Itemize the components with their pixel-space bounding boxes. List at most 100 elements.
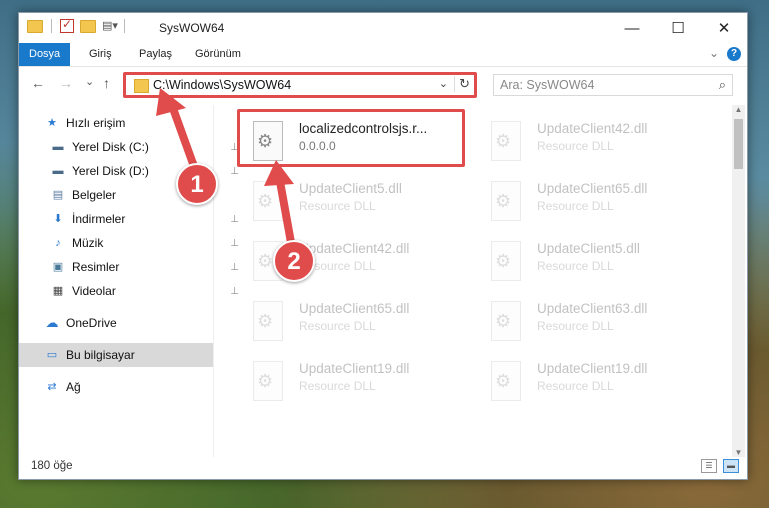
- sidebar-item-network[interactable]: ⇄ Ağ: [19, 375, 239, 399]
- dll-file-icon: [491, 241, 521, 281]
- sidebar-item-label: Yerel Disk (C:): [72, 140, 149, 154]
- search-input[interactable]: Ara: SysWOW64: [500, 78, 594, 92]
- dll-file-icon: [253, 181, 283, 221]
- navigation-pane: ★ Hızlı erişim ▬ Yerel Disk (C:) ⊥ ▬ Yer…: [19, 105, 239, 457]
- videos-icon: ▦: [52, 285, 64, 297]
- dll-file-icon: [491, 361, 521, 401]
- close-button[interactable]: ✕: [701, 13, 747, 43]
- folder-icon: [27, 19, 43, 33]
- status-bar: 180 öğe ☰ ▬: [19, 455, 747, 479]
- dll-file-icon: [491, 181, 521, 221]
- quick-access-toolbar: ▤▾: [27, 17, 127, 33]
- sidebar-item-videos[interactable]: ▦ Videolar ⊥: [19, 279, 245, 303]
- tab-dosya[interactable]: Dosya: [19, 43, 71, 66]
- file-item[interactable]: UpdateClient65.dll Resource DLL: [477, 173, 705, 229]
- file-item[interactable]: UpdateClient19.dll Resource DLL: [477, 353, 705, 409]
- scroll-up-icon[interactable]: ▲: [732, 105, 745, 114]
- sidebar-item-music[interactable]: ♪ Müzik ⊥: [19, 231, 245, 255]
- sidebar-item-label: Resimler: [72, 260, 120, 274]
- file-type: Resource DLL: [537, 139, 614, 153]
- file-highlight-box: [237, 109, 465, 167]
- sidebar-item-label: OneDrive: [66, 316, 117, 330]
- tab-giris[interactable]: Giriş: [79, 43, 122, 66]
- minimize-button[interactable]: —: [609, 13, 655, 43]
- sidebar-item-onedrive[interactable]: ☁ OneDrive: [19, 311, 239, 335]
- maximize-button[interactable]: ☐: [655, 13, 701, 43]
- file-name: UpdateClient42.dll: [537, 121, 648, 136]
- file-type: Resource DLL: [537, 199, 614, 213]
- dll-file-icon: [491, 121, 521, 161]
- sidebar-item-this-pc[interactable]: ▭ Bu bilgisayar: [19, 343, 213, 367]
- download-icon: ⬇: [53, 213, 63, 225]
- file-item[interactable]: UpdateClient5.dll Resource DLL: [239, 173, 467, 229]
- music-icon: ♪: [55, 237, 61, 249]
- sidebar-item-downloads[interactable]: ⬇ İndirmeler ⊥: [19, 207, 245, 231]
- dll-file-icon: [491, 301, 521, 341]
- ribbon-tabs: Dosya Giriş Paylaş Görünüm ⌄ ?: [19, 43, 747, 67]
- sidebar-item-label: Ağ: [66, 380, 81, 394]
- divider: [51, 19, 52, 33]
- sidebar-item-pictures[interactable]: ▣ Resimler ⊥: [19, 255, 245, 279]
- title-bar: ▤▾ SysWOW64 — ☐ ✕: [19, 13, 747, 43]
- file-type: Resource DLL: [299, 319, 376, 333]
- sidebar-item-label: Müzik: [72, 236, 104, 250]
- sidebar-item-label: Yerel Disk (D:): [72, 164, 149, 178]
- expand-ribbon-icon[interactable]: ⌄: [709, 46, 719, 60]
- documents-icon: ▤: [52, 189, 64, 201]
- file-type: Resource DLL: [299, 379, 376, 393]
- callout-1: 1: [176, 163, 218, 205]
- drive-icon: ▬: [52, 165, 64, 177]
- sidebar-item-label: İndirmeler: [72, 212, 126, 226]
- sidebar-item-quick-access[interactable]: ★ Hızlı erişim: [19, 111, 239, 135]
- file-name: UpdateClient5.dll: [299, 181, 402, 196]
- file-item[interactable]: UpdateClient63.dll Resource DLL: [477, 293, 705, 349]
- file-name: UpdateClient19.dll: [537, 361, 648, 376]
- file-type: Resource DLL: [299, 199, 376, 213]
- tab-paylas[interactable]: Paylaş: [129, 43, 182, 66]
- file-name: UpdateClient19.dll: [299, 361, 410, 376]
- sidebar-item-label: Hızlı erişim: [66, 116, 126, 130]
- window-title: SysWOW64: [159, 21, 225, 35]
- file-item[interactable]: UpdateClient65.dll Resource DLL: [239, 293, 467, 349]
- file-type: Resource DLL: [537, 379, 614, 393]
- file-explorer-window: ▤▾ SysWOW64 — ☐ ✕ Dosya Giriş Paylaş Gör…: [18, 12, 748, 480]
- back-button[interactable]: ←: [31, 75, 45, 91]
- scroll-thumb[interactable]: [734, 119, 743, 169]
- file-name: UpdateClient65.dll: [537, 181, 648, 196]
- properties-icon[interactable]: [60, 17, 74, 33]
- sidebar-item-label: Bu bilgisayar: [66, 348, 135, 362]
- file-name: UpdateClient65.dll: [299, 301, 410, 316]
- file-item[interactable]: UpdateClient19.dll Resource DLL: [239, 353, 467, 409]
- sidebar-item-label: Belgeler: [72, 188, 117, 202]
- recent-locations-button[interactable]: ⌄: [85, 75, 94, 88]
- pictures-icon: ▣: [52, 261, 64, 273]
- file-type: Resource DLL: [537, 259, 614, 273]
- customize-toolbar-icon[interactable]: ▤▾: [102, 19, 118, 33]
- tab-gorunum[interactable]: Görünüm: [185, 43, 251, 66]
- details-view-icon[interactable]: ☰: [701, 459, 717, 473]
- sidebar-item-disk-c[interactable]: ▬ Yerel Disk (C:) ⊥: [19, 135, 245, 159]
- address-highlight-box: [123, 72, 477, 98]
- help-icon[interactable]: ?: [727, 47, 741, 61]
- cloud-icon: ☁: [45, 315, 59, 330]
- computer-icon: ▭: [46, 349, 58, 361]
- file-name: UpdateClient42.dll: [299, 241, 410, 256]
- new-folder-icon[interactable]: [80, 19, 96, 33]
- file-item[interactable]: UpdateClient42.dll Resource DLL: [477, 113, 705, 169]
- view-switcher: ☰ ▬: [701, 459, 739, 473]
- file-item[interactable]: UpdateClient5.dll Resource DLL: [477, 233, 705, 289]
- search-icon[interactable]: ⌕: [719, 77, 726, 93]
- callout-2: 2: [273, 240, 315, 282]
- search-box[interactable]: Ara: SysWOW64 ⌕: [493, 74, 733, 96]
- drive-icon: ▬: [52, 141, 64, 153]
- file-name: UpdateClient5.dll: [537, 241, 640, 256]
- star-icon: ★: [47, 117, 57, 129]
- pane-divider[interactable]: [213, 105, 214, 457]
- dll-file-icon: [253, 301, 283, 341]
- file-type: Resource DLL: [537, 319, 614, 333]
- vertical-scrollbar[interactable]: ▲ ▼: [732, 105, 745, 457]
- large-icons-view-icon[interactable]: ▬: [723, 459, 739, 473]
- sidebar-item-label: Videolar: [72, 284, 116, 298]
- up-button[interactable]: ↑: [103, 75, 110, 91]
- forward-button[interactable]: →: [59, 75, 73, 91]
